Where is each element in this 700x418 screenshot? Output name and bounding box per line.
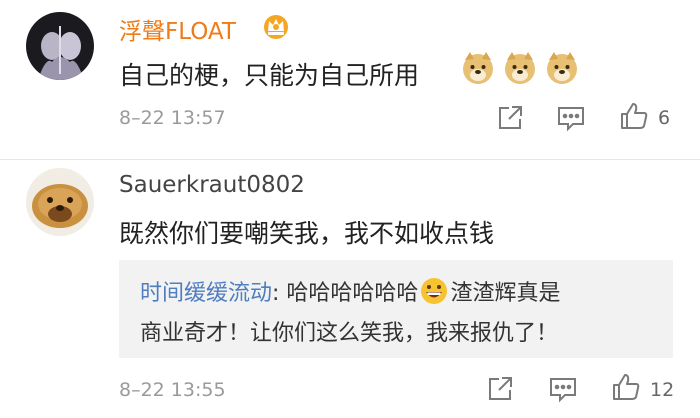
like-count: 6 [658,107,671,129]
emoji-group [460,50,586,86]
reply-line-2: 商业奇才！让你们这么笑我，我来报仇了！ [140,321,559,346]
comment-text: 自己的梗，只能为自己所用 [119,61,420,90]
avatar[interactable] [26,12,94,80]
like-count: 12 [650,379,675,401]
username[interactable]: 浮聲FLOAT [119,12,236,46]
comment-icon[interactable] [547,373,579,405]
reply-text: 渣渣辉真是 [450,281,561,306]
timestamp: 8–22 13:55 [119,379,226,401]
doge-icon [502,50,538,86]
reply-quote[interactable]: 时间缓缓流动: 哈哈哈哈哈哈 渣渣辉真是 商业奇才！让你们这么笑我，我来报仇了！ [119,260,673,358]
vip-crown-icon [262,12,290,40]
reply-line-1: 时间缓缓流动: 哈哈哈哈哈哈 渣渣辉真是 [140,275,560,307]
like-icon[interactable] [618,100,650,132]
doge-icon [460,50,496,86]
avatar[interactable] [26,168,94,236]
comment-icon[interactable] [555,102,587,134]
reply-username[interactable]: 时间缓缓流动 [140,281,272,306]
timestamp: 8–22 13:57 [119,107,226,129]
reply-separator: : [272,281,287,306]
doge-icon [544,50,580,86]
comment-text: 既然你们要嘲笑我，我不如收点钱 [119,219,495,248]
like-icon[interactable] [610,371,642,403]
share-icon[interactable] [494,102,526,134]
comment-item: 浮聲FLOAT 自己的梗，只能为自己所用 8–22 13:57 6 [0,0,700,160]
reply-text: 哈哈哈哈哈哈 [286,281,419,306]
share-icon[interactable] [484,373,516,405]
username[interactable]: Sauerkraut0802 [119,172,305,198]
comment-item: Sauerkraut0802 既然你们要嘲笑我，我不如收点钱 时间缓缓流动: 哈… [0,160,700,418]
grinning-face-icon [419,276,449,306]
